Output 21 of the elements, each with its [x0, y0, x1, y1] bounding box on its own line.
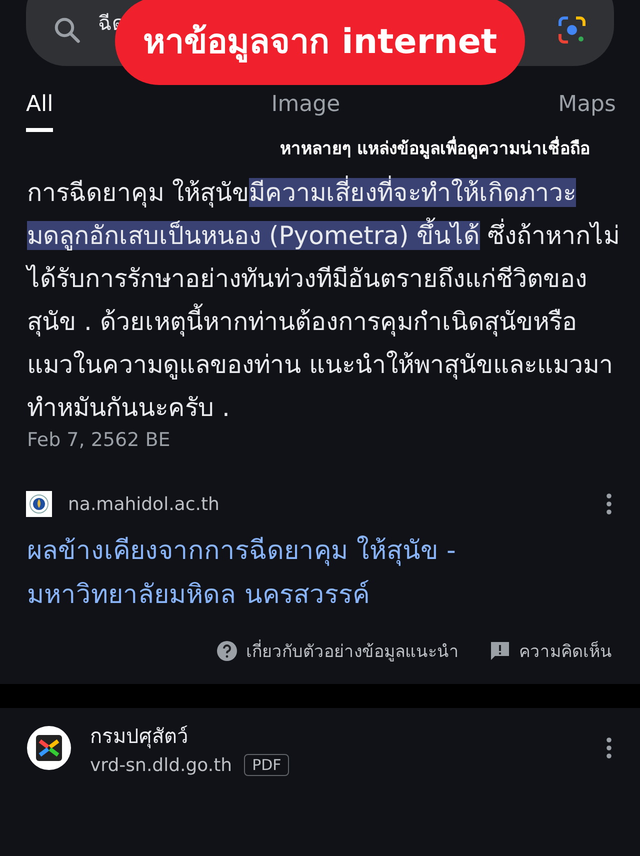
- more-icon[interactable]: [606, 493, 612, 515]
- seal-icon: [26, 491, 52, 517]
- search-icon: [52, 15, 82, 45]
- camera-icon[interactable]: [556, 14, 588, 46]
- feedback-link[interactable]: ความคิดเห็น: [519, 637, 612, 664]
- pdf-badge: PDF: [244, 754, 290, 776]
- snippet-text: การฉีดยาคุม ให้สุนัขมีความเสี่ยงที่จะทำให้เกิดภาวะมดลูกอักเสบเป็นหนอง (Pyometra) ขึ้นได้ ซึ่งถ้าหากไม่ได้รับการรักษาอย่างทันท่วงทีมีอันตรายถึงแก่ชีวิตของสุนัข . ด้วยเหตุนี้หากท่านต้องการคุมกำเนิดสุนัขหรือแมวในความดูแลของท่าน แนะนำให้พาสุนัขและแมวมาทำหมันกันนะครับ .: [27, 171, 620, 429]
- tab[interactable]: Image: [271, 92, 340, 128]
- tab[interactable]: All: [26, 92, 54, 132]
- tab[interactable]: Maps: [558, 92, 616, 128]
- caption-text: หาหลายๆ แหล่งข้อมูลเพื่อดูความน่าเชื่อถือ: [280, 134, 590, 161]
- site-name: กรมปศุสัตว์: [90, 723, 189, 750]
- site-url: na.mahidol.ac.th: [68, 494, 220, 514]
- site-url: vrd-sn.dld.go.th: [90, 754, 232, 776]
- date-text: Feb 7, 2562 BE: [27, 429, 172, 451]
- puzzle-logo-icon: [26, 725, 72, 771]
- about-link[interactable]: เกี่ยวกับตัวอย่างข้อมูลแนะนำ: [246, 637, 459, 664]
- help-icon: [216, 640, 238, 662]
- more-icon[interactable]: [606, 737, 612, 759]
- result-link[interactable]: ผลข้างเคียงจากการฉีดยาคุม ให้สุนัข - มหาวิทยาลัยมหิดล นครสวรรค์: [27, 529, 600, 617]
- feedback-icon: [489, 640, 511, 662]
